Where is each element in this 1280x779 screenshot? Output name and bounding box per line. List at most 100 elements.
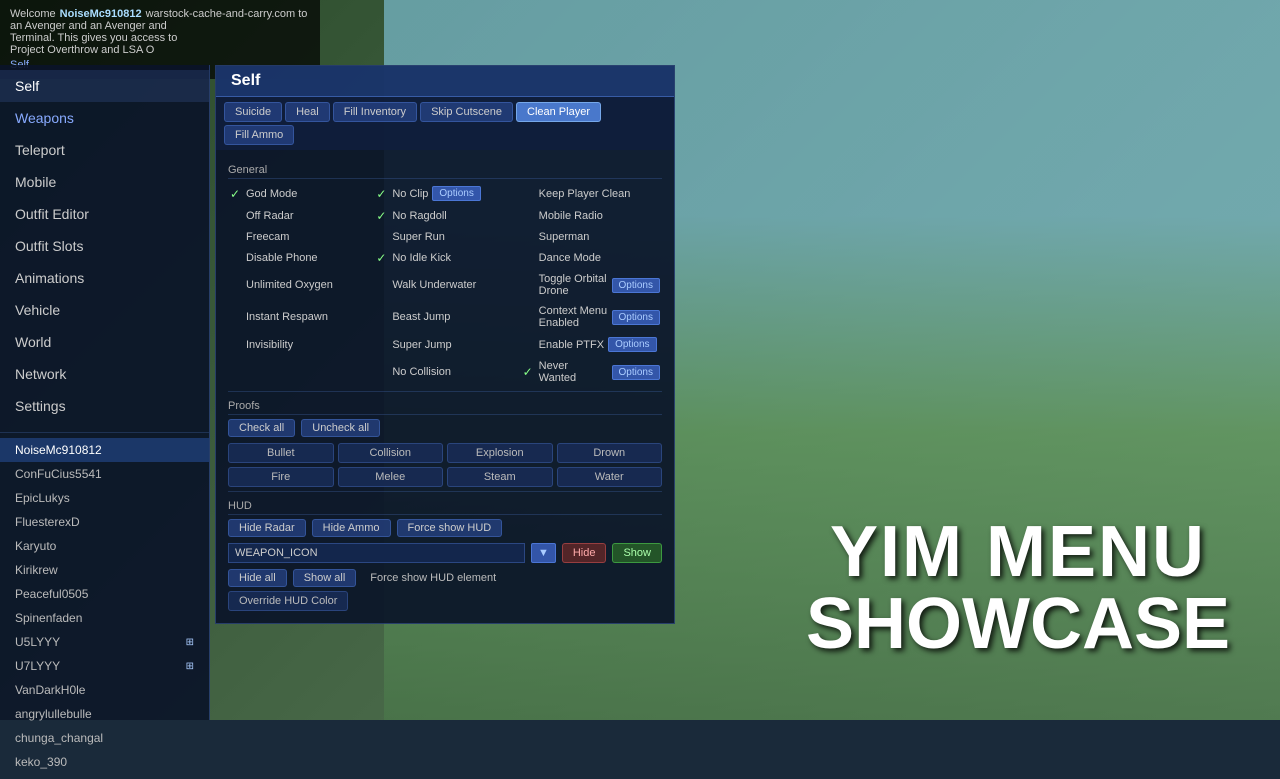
proof-fire[interactable]: Fire <box>228 467 334 487</box>
option-context-menu-enabled[interactable]: Context Menu Enabled Options <box>521 302 662 332</box>
ptfx-options-button[interactable]: Options <box>608 337 656 352</box>
notif-line4: Project Overthrow and LSA O <box>10 44 310 56</box>
override-hud-color-button[interactable]: Override HUD Color <box>228 591 348 611</box>
player-item[interactable]: VanDarkH0le <box>0 678 209 702</box>
sidebar-item-vehicle[interactable]: Vehicle <box>0 294 209 326</box>
hud-section-title: HUD <box>228 500 662 515</box>
checkmark-never-wanted: ✓ <box>523 365 535 379</box>
option-no-ragdoll[interactable]: ✓ No Ragdoll <box>374 206 515 226</box>
sidebar-item-mobile[interactable]: Mobile <box>0 166 209 198</box>
option-enable-ptfx[interactable]: Enable PTFX Options <box>521 334 662 355</box>
option-super-jump[interactable]: Super Jump <box>374 334 515 355</box>
option-god-mode[interactable]: ✓ God Mode <box>228 183 369 204</box>
option-never-wanted[interactable]: ✓ Never Wanted Options <box>521 357 662 387</box>
tab-heal[interactable]: Heal <box>285 102 330 122</box>
uncheck-all-button[interactable]: Uncheck all <box>301 419 380 437</box>
player-item[interactable]: chunga_changal <box>0 726 209 750</box>
option-superman[interactable]: Superman <box>521 228 662 246</box>
player-item[interactable]: ConFuCius5541 <box>0 462 209 486</box>
hide-all-button[interactable]: Hide all <box>228 569 287 587</box>
option-dance-mode[interactable]: Dance Mode <box>521 248 662 268</box>
sidebar-item-network[interactable]: Network <box>0 358 209 390</box>
sidebar-nav: Self Weapons Teleport Mobile Outfit Edit… <box>0 65 209 427</box>
context-menu-options-button[interactable]: Options <box>612 310 660 325</box>
option-label: Toggle Orbital Drone <box>539 273 608 297</box>
player-item[interactable]: EpicLukys <box>0 486 209 510</box>
option-super-run[interactable]: Super Run <box>374 228 515 246</box>
proof-bullet[interactable]: Bullet <box>228 443 334 463</box>
option-no-idle-kick[interactable]: ✓ No Idle Kick <box>374 248 515 268</box>
option-off-radar[interactable]: Off Radar <box>228 206 369 226</box>
option-instant-respawn[interactable]: Instant Respawn <box>228 302 369 332</box>
option-label: Instant Respawn <box>246 311 328 323</box>
hide-radar-button[interactable]: Hide Radar <box>228 519 306 537</box>
sidebar-item-outfit-slots[interactable]: Outfit Slots <box>0 230 209 262</box>
player-name: VanDarkH0le <box>15 683 85 697</box>
sidebar-item-self[interactable]: Self <box>0 70 209 102</box>
player-item[interactable]: U5LYYY ⊞ <box>0 630 209 654</box>
player-item[interactable]: keko_390 <box>0 750 209 774</box>
option-no-collision[interactable]: No Collision <box>374 357 515 387</box>
show-all-button[interactable]: Show all <box>293 569 357 587</box>
player-item[interactable]: Karyuto <box>0 534 209 558</box>
weapon-icon-dropdown-button[interactable]: ▼ <box>531 543 556 563</box>
tab-suicide[interactable]: Suicide <box>224 102 282 122</box>
player-item[interactable]: Kirikrew <box>0 558 209 582</box>
option-unlimited-oxygen[interactable]: Unlimited Oxygen <box>228 270 369 300</box>
hide-ammo-button[interactable]: Hide Ammo <box>312 519 391 537</box>
player-item[interactable]: Spinenfaden <box>0 606 209 630</box>
checkmark-no-idle-kick: ✓ <box>376 251 388 265</box>
option-toggle-orbital-drone[interactable]: Toggle Orbital Drone Options <box>521 270 662 300</box>
player-name: NoiseMc910812 <box>15 443 102 457</box>
proof-explosion[interactable]: Explosion <box>447 443 553 463</box>
orbital-drone-options-button[interactable]: Options <box>612 278 660 293</box>
option-label: Never Wanted <box>539 360 608 384</box>
option-invisibility[interactable]: Invisibility <box>228 334 369 355</box>
proof-melee[interactable]: Melee <box>338 467 444 487</box>
option-label: Freecam <box>246 231 289 243</box>
sidebar-item-teleport[interactable]: Teleport <box>0 134 209 166</box>
player-item[interactable]: angrylullebulle <box>0 702 209 726</box>
proof-collision[interactable]: Collision <box>338 443 444 463</box>
tab-clean-player[interactable]: Clean Player <box>516 102 601 122</box>
player-item[interactable]: FluesterexD <box>0 510 209 534</box>
option-freecam[interactable]: Freecam <box>228 228 369 246</box>
player-item[interactable]: NoiseMc910812 <box>0 438 209 462</box>
player-item[interactable]: U7LYYY ⊞ <box>0 654 209 678</box>
sidebar-item-weapons[interactable]: Weapons <box>0 102 209 134</box>
sidebar-item-world[interactable]: World <box>0 326 209 358</box>
option-label: Beast Jump <box>392 311 450 323</box>
hud-show-button[interactable]: Show <box>612 543 662 563</box>
player-list: NoiseMc910812 ConFuCius5541 EpicLukys Fl… <box>0 432 209 779</box>
player-name: FluesterexD <box>15 515 80 529</box>
option-no-clip[interactable]: ✓ No Clip Options <box>374 183 515 204</box>
proof-water[interactable]: Water <box>557 467 663 487</box>
panel-header: Self <box>216 66 674 97</box>
player-name: Kirikrew <box>15 563 58 577</box>
checkmark-god-mode: ✓ <box>230 187 242 201</box>
option-label: Super Run <box>392 231 445 243</box>
tab-skip-cutscene[interactable]: Skip Cutscene <box>420 102 513 122</box>
proof-drown[interactable]: Drown <box>557 443 663 463</box>
option-label: Super Jump <box>392 339 451 351</box>
option-keep-player-clean[interactable]: Keep Player Clean <box>521 183 662 204</box>
checkmark-no-ragdoll: ✓ <box>376 209 388 223</box>
player-item[interactable]: Peaceful0505 <box>0 582 209 606</box>
option-walk-underwater[interactable]: Walk Underwater <box>374 270 515 300</box>
proof-steam[interactable]: Steam <box>447 467 553 487</box>
option-label: Enable PTFX <box>539 339 604 351</box>
option-beast-jump[interactable]: Beast Jump <box>374 302 515 332</box>
never-wanted-options-button[interactable]: Options <box>612 365 660 380</box>
sidebar-item-outfit-editor[interactable]: Outfit Editor <box>0 198 209 230</box>
option-disable-phone[interactable]: Disable Phone <box>228 248 369 268</box>
sidebar-item-settings[interactable]: Settings <box>0 390 209 422</box>
tab-fill-inventory[interactable]: Fill Inventory <box>333 102 417 122</box>
option-mobile-radio[interactable]: Mobile Radio <box>521 206 662 226</box>
hud-hide-button[interactable]: Hide <box>562 543 607 563</box>
tab-fill-ammo[interactable]: Fill Ammo <box>224 125 294 145</box>
no-clip-options-button[interactable]: Options <box>432 186 480 201</box>
sidebar-item-animations[interactable]: Animations <box>0 262 209 294</box>
check-all-button[interactable]: Check all <box>228 419 295 437</box>
proofs-section: Proofs Check all Uncheck all Bullet Coll… <box>228 400 662 487</box>
force-show-hud-button[interactable]: Force show HUD <box>397 519 503 537</box>
